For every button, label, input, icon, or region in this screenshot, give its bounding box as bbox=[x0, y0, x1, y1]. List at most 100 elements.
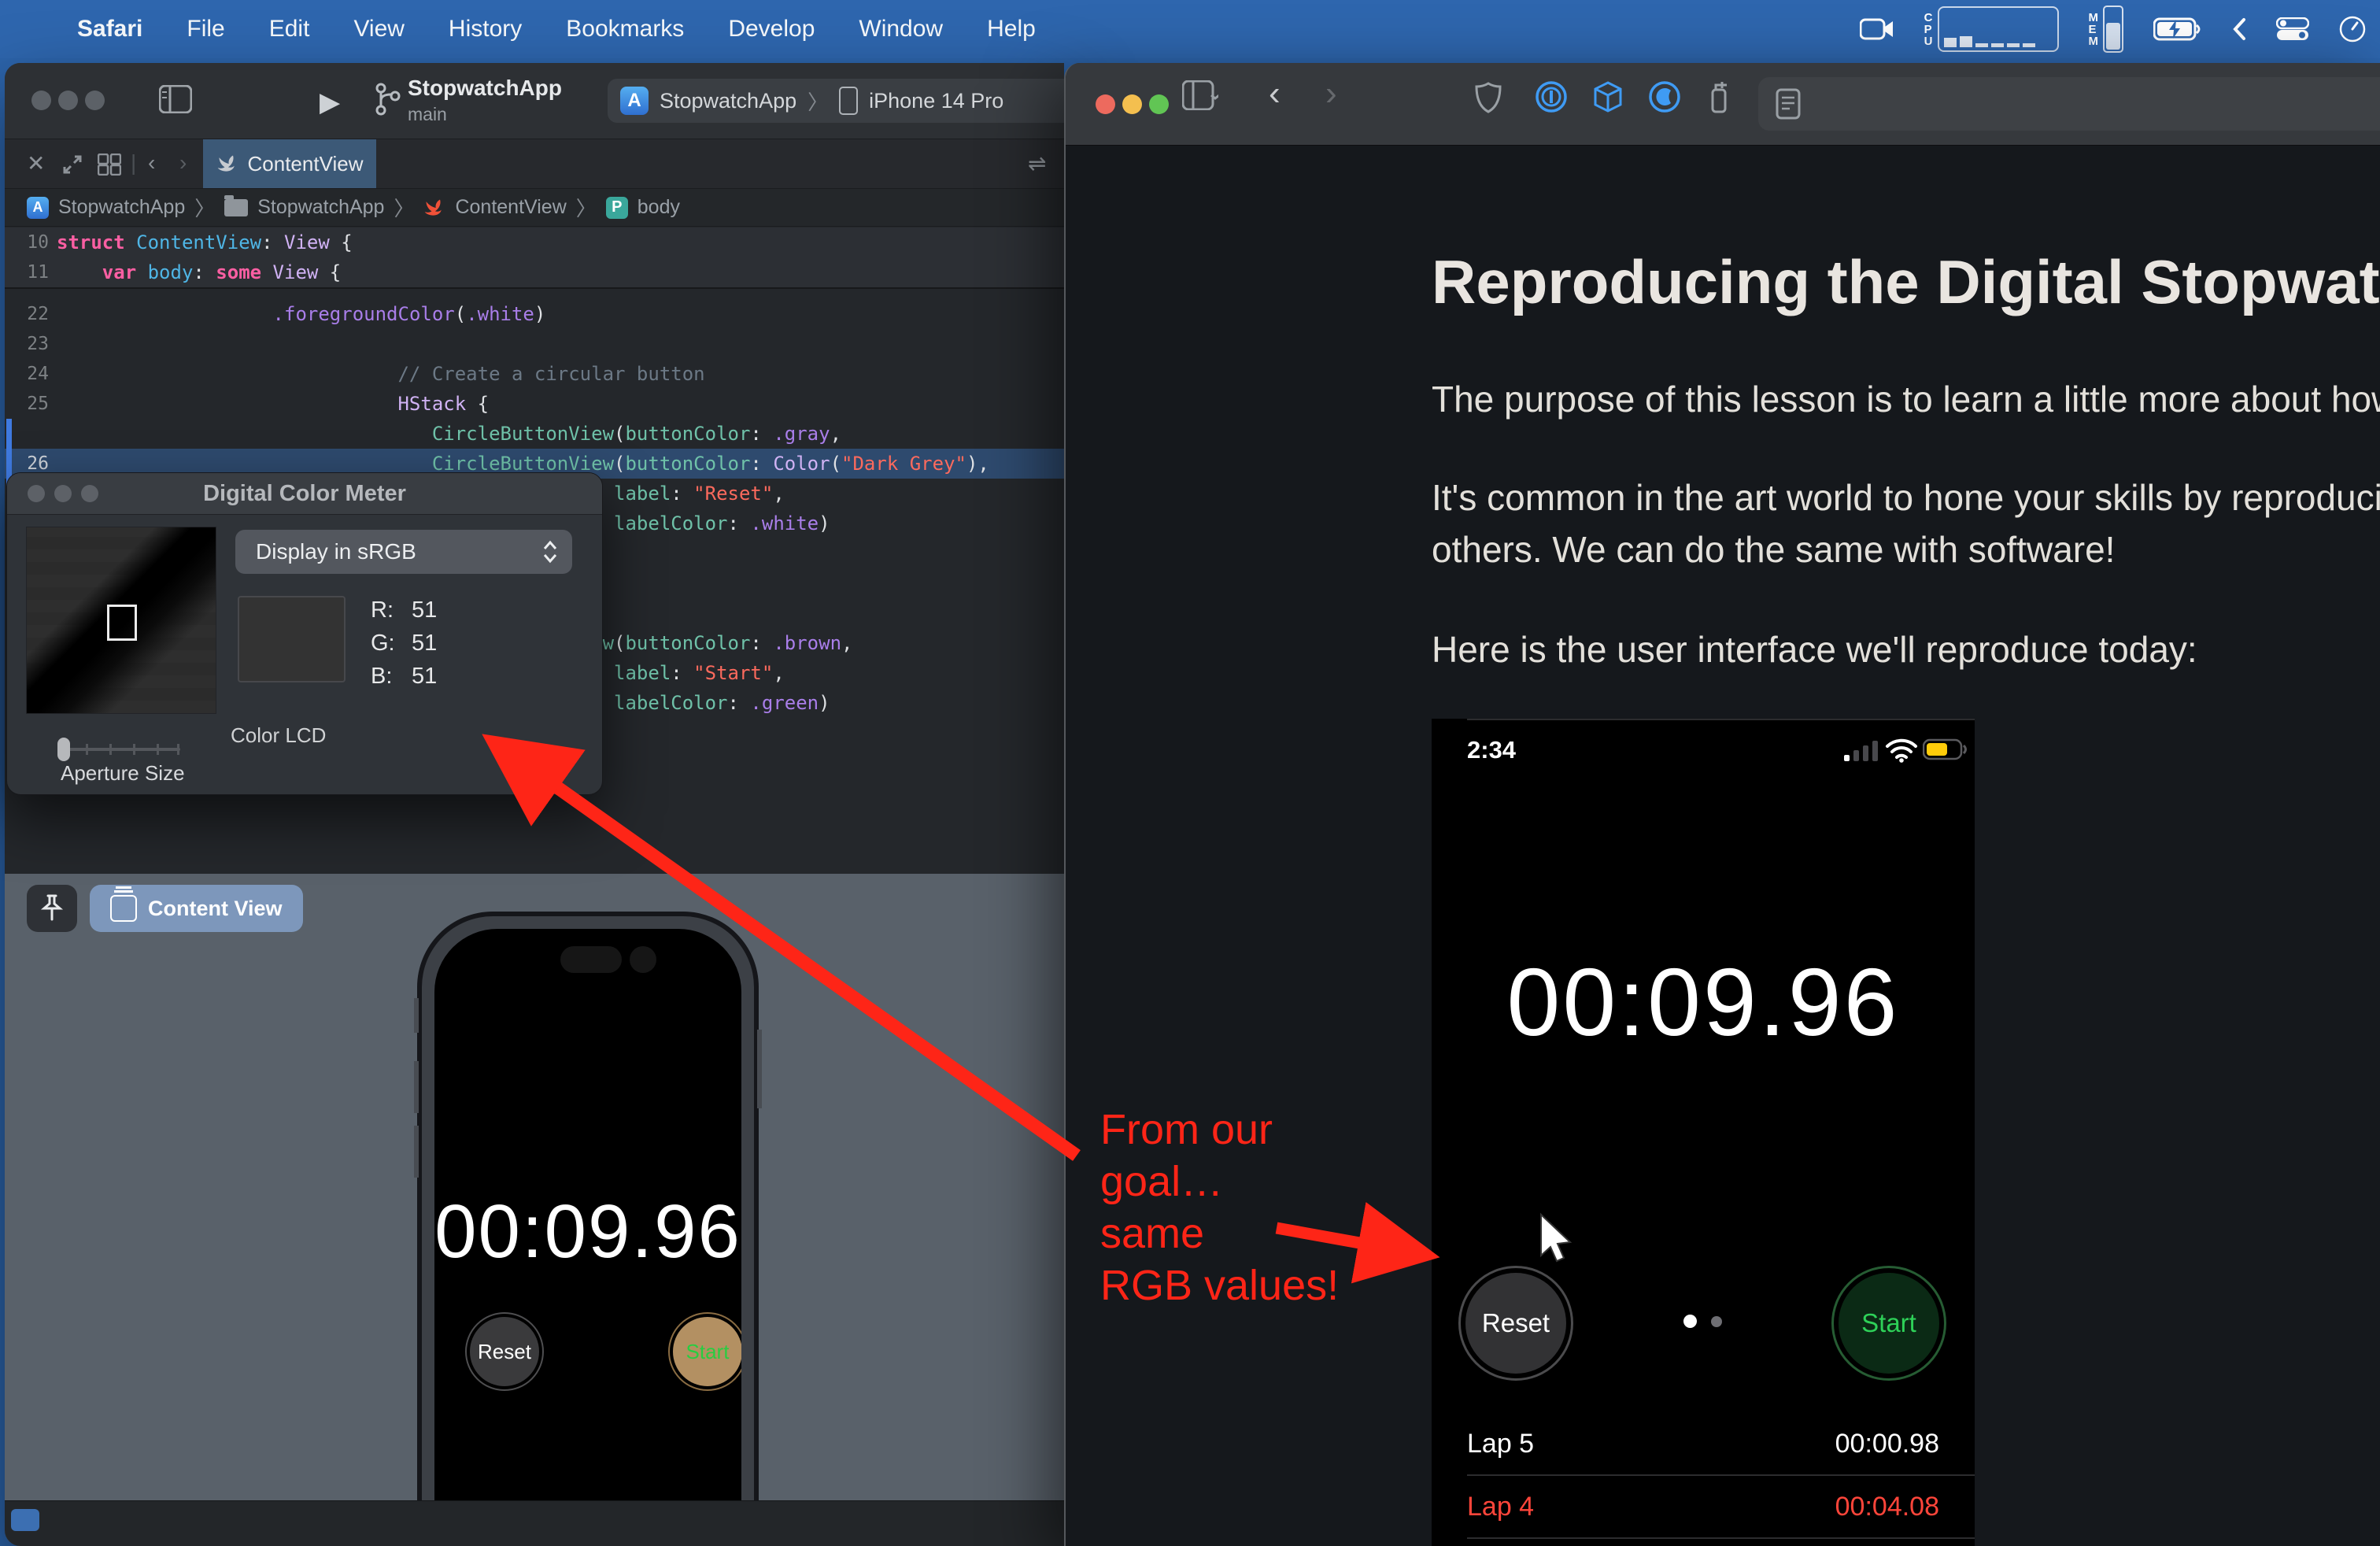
forward-button[interactable]: › bbox=[1325, 74, 1337, 113]
memory-monitor-icon[interactable]: MEM bbox=[2089, 6, 2124, 53]
page-dot-active[interactable] bbox=[1683, 1315, 1697, 1328]
address-bar[interactable]: teaching.russellgordon.ca bbox=[1758, 77, 2380, 131]
reader-icon[interactable] bbox=[1776, 88, 1801, 124]
code-line[interactable]: 10struct ContentView: View { bbox=[5, 227, 1064, 257]
cpu-monitor-icon[interactable]: CPU bbox=[1924, 6, 2059, 52]
project-title: StopwatchApp bbox=[408, 76, 562, 101]
annotation-line: goal… bbox=[1100, 1156, 1339, 1208]
preview-label: Content View bbox=[148, 897, 283, 921]
privacy-shield-icon[interactable] bbox=[1475, 82, 1502, 117]
annotation-line: same bbox=[1100, 1208, 1339, 1259]
chevron-left-icon[interactable] bbox=[2232, 17, 2246, 41]
close-icon[interactable]: ✕ bbox=[27, 150, 45, 176]
safari-window: ‹ › teaching.russellgordon.ca Reproducin… bbox=[1064, 63, 2380, 1546]
editor-grid-icon[interactable] bbox=[98, 153, 121, 181]
menu-item-window[interactable]: Window bbox=[859, 16, 943, 42]
code-line[interactable]: CircleButtonView(buttonColor: .gray, bbox=[5, 419, 1064, 449]
editor-options-icon[interactable]: ⇌ bbox=[1028, 150, 1046, 176]
status-bar-time: 2:34 bbox=[1467, 736, 1516, 764]
expand-diagonal-icon[interactable] bbox=[61, 153, 83, 181]
lap-row: Lap 400:04.08 bbox=[1467, 1474, 1975, 1539]
crumb-file[interactable]: ContentView bbox=[455, 196, 566, 219]
aperture-square bbox=[107, 605, 137, 641]
phone-screen: 00:09.96 Reset Start bbox=[434, 929, 741, 1546]
aperture-size-label: Aperture Size bbox=[61, 761, 185, 786]
menu-item-help[interactable]: Help bbox=[987, 16, 1036, 42]
display-name: Color LCD bbox=[231, 723, 326, 748]
window-controls[interactable] bbox=[28, 485, 108, 502]
digital-color-meter-window: Digital Color Meter Display in sRGB R:51… bbox=[6, 472, 603, 795]
rgb-value-row: G:51 bbox=[371, 631, 395, 656]
stopwatch-screenshot: 2:34 00:09.96 Reset Start Lap 500:00.98L… bbox=[1432, 719, 1975, 1546]
code-line[interactable]: 25 HStack { bbox=[5, 389, 1064, 419]
pin-preview-button[interactable] bbox=[27, 885, 77, 932]
code-line[interactable]: 22 .foregroundColor(.white) bbox=[5, 299, 1064, 329]
crumb-group[interactable]: StopwatchApp bbox=[257, 196, 384, 219]
menu-items: Safari File Edit View History Bookmarks Develo… bbox=[77, 16, 1080, 43]
page-title: Reproducing the Digital Stopwatch bbox=[1432, 246, 2380, 318]
window-controls[interactable] bbox=[1096, 94, 1176, 114]
extension-cube-icon[interactable] bbox=[1591, 80, 1624, 117]
run-destination: iPhone 14 Pro bbox=[869, 89, 1003, 113]
extension-onepassword-icon[interactable] bbox=[1535, 80, 1568, 117]
aperture-size-slider[interactable] bbox=[57, 738, 180, 761]
control-center-icon[interactable] bbox=[2276, 17, 2309, 41]
page-dot-inactive[interactable] bbox=[1711, 1316, 1722, 1327]
web-page: Reproducing the Digital Stopwatch The pu… bbox=[1066, 146, 2380, 1546]
menu-item-develop[interactable]: Develop bbox=[728, 16, 815, 42]
paragraph: It's common in the art world to hone you… bbox=[1432, 476, 2380, 519]
crumb-project[interactable]: StopwatchApp bbox=[58, 196, 185, 219]
menu-item-file[interactable]: File bbox=[187, 16, 224, 42]
sidebar-toggle-icon[interactable] bbox=[1182, 80, 1218, 114]
code-line[interactable]: 23 bbox=[5, 329, 1064, 359]
debug-indicator[interactable] bbox=[11, 1509, 39, 1531]
annotation-line: From our bbox=[1100, 1104, 1339, 1156]
preview-device-pill[interactable]: Content View bbox=[90, 885, 303, 932]
gauge-clock-icon[interactable] bbox=[2339, 16, 2366, 43]
tab-contentview[interactable]: ContentView bbox=[203, 139, 376, 188]
code-line[interactable]: 11 var body: some View { bbox=[5, 257, 1064, 289]
volume-up-button bbox=[414, 1061, 419, 1113]
menu-bar-status-items: CPU MEM bbox=[1860, 0, 2366, 58]
front-camera bbox=[630, 946, 656, 973]
preview-start-button[interactable]: Start bbox=[668, 1312, 741, 1391]
scheme-selector[interactable]: A StopwatchApp 〉 iPhone 14 Pro bbox=[608, 79, 1064, 123]
start-button[interactable]: Start bbox=[1831, 1266, 1946, 1381]
menu-bar: Safari File Edit View History Bookmarks Develo… bbox=[0, 0, 2380, 58]
preview-reset-button[interactable]: Reset bbox=[465, 1312, 544, 1391]
sidebar-toggle-icon[interactable] bbox=[159, 85, 192, 117]
menu-item-history[interactable]: History bbox=[449, 16, 522, 42]
reset-button[interactable]: Reset bbox=[1458, 1266, 1573, 1381]
battery-icon bbox=[1923, 738, 1968, 765]
project-icon: A bbox=[27, 197, 49, 219]
menu-item-safari[interactable]: Safari bbox=[77, 16, 142, 42]
device-preview-icon bbox=[110, 895, 137, 922]
tab-label: ContentView bbox=[248, 152, 364, 176]
screen-record-icon[interactable] bbox=[1860, 17, 1894, 41]
phone-bezel: 00:09.96 Reset Start bbox=[422, 916, 754, 1546]
extension-cleaner-icon[interactable] bbox=[1705, 79, 1731, 117]
scheme-name: StopwatchApp bbox=[660, 89, 796, 113]
extension-clock-icon[interactable] bbox=[1648, 80, 1681, 117]
window-controls[interactable] bbox=[31, 91, 112, 110]
paragraph: The purpose of this lesson is to learn a… bbox=[1432, 378, 2380, 420]
xcode-window: ▶ StopwatchApp main A StopwatchApp 〉 iPh… bbox=[5, 63, 1064, 1546]
crumb-symbol[interactable]: body bbox=[638, 196, 680, 219]
code-line[interactable] bbox=[5, 289, 1064, 299]
display-mode-select[interactable]: Display in sRGB bbox=[235, 530, 572, 574]
run-button[interactable]: ▶ bbox=[320, 87, 340, 118]
branch-icon bbox=[373, 82, 401, 120]
menu-item-view[interactable]: View bbox=[353, 16, 404, 42]
forward-icon[interactable]: › bbox=[179, 150, 187, 176]
safari-toolbar: ‹ › teaching.russellgordon.ca bbox=[1066, 63, 2380, 146]
divider: | bbox=[131, 150, 136, 176]
code-line[interactable]: 24 // Create a circular button bbox=[5, 359, 1064, 389]
volume-down-button bbox=[414, 1126, 419, 1178]
dynamic-island bbox=[560, 946, 622, 973]
back-icon[interactable]: ‹ bbox=[148, 150, 155, 176]
menu-item-bookmarks[interactable]: Bookmarks bbox=[566, 16, 684, 42]
back-button[interactable]: ‹ bbox=[1269, 74, 1281, 113]
menu-item-edit[interactable]: Edit bbox=[269, 16, 310, 42]
battery-icon[interactable] bbox=[2153, 17, 2202, 41]
slider-thumb[interactable] bbox=[57, 738, 70, 761]
